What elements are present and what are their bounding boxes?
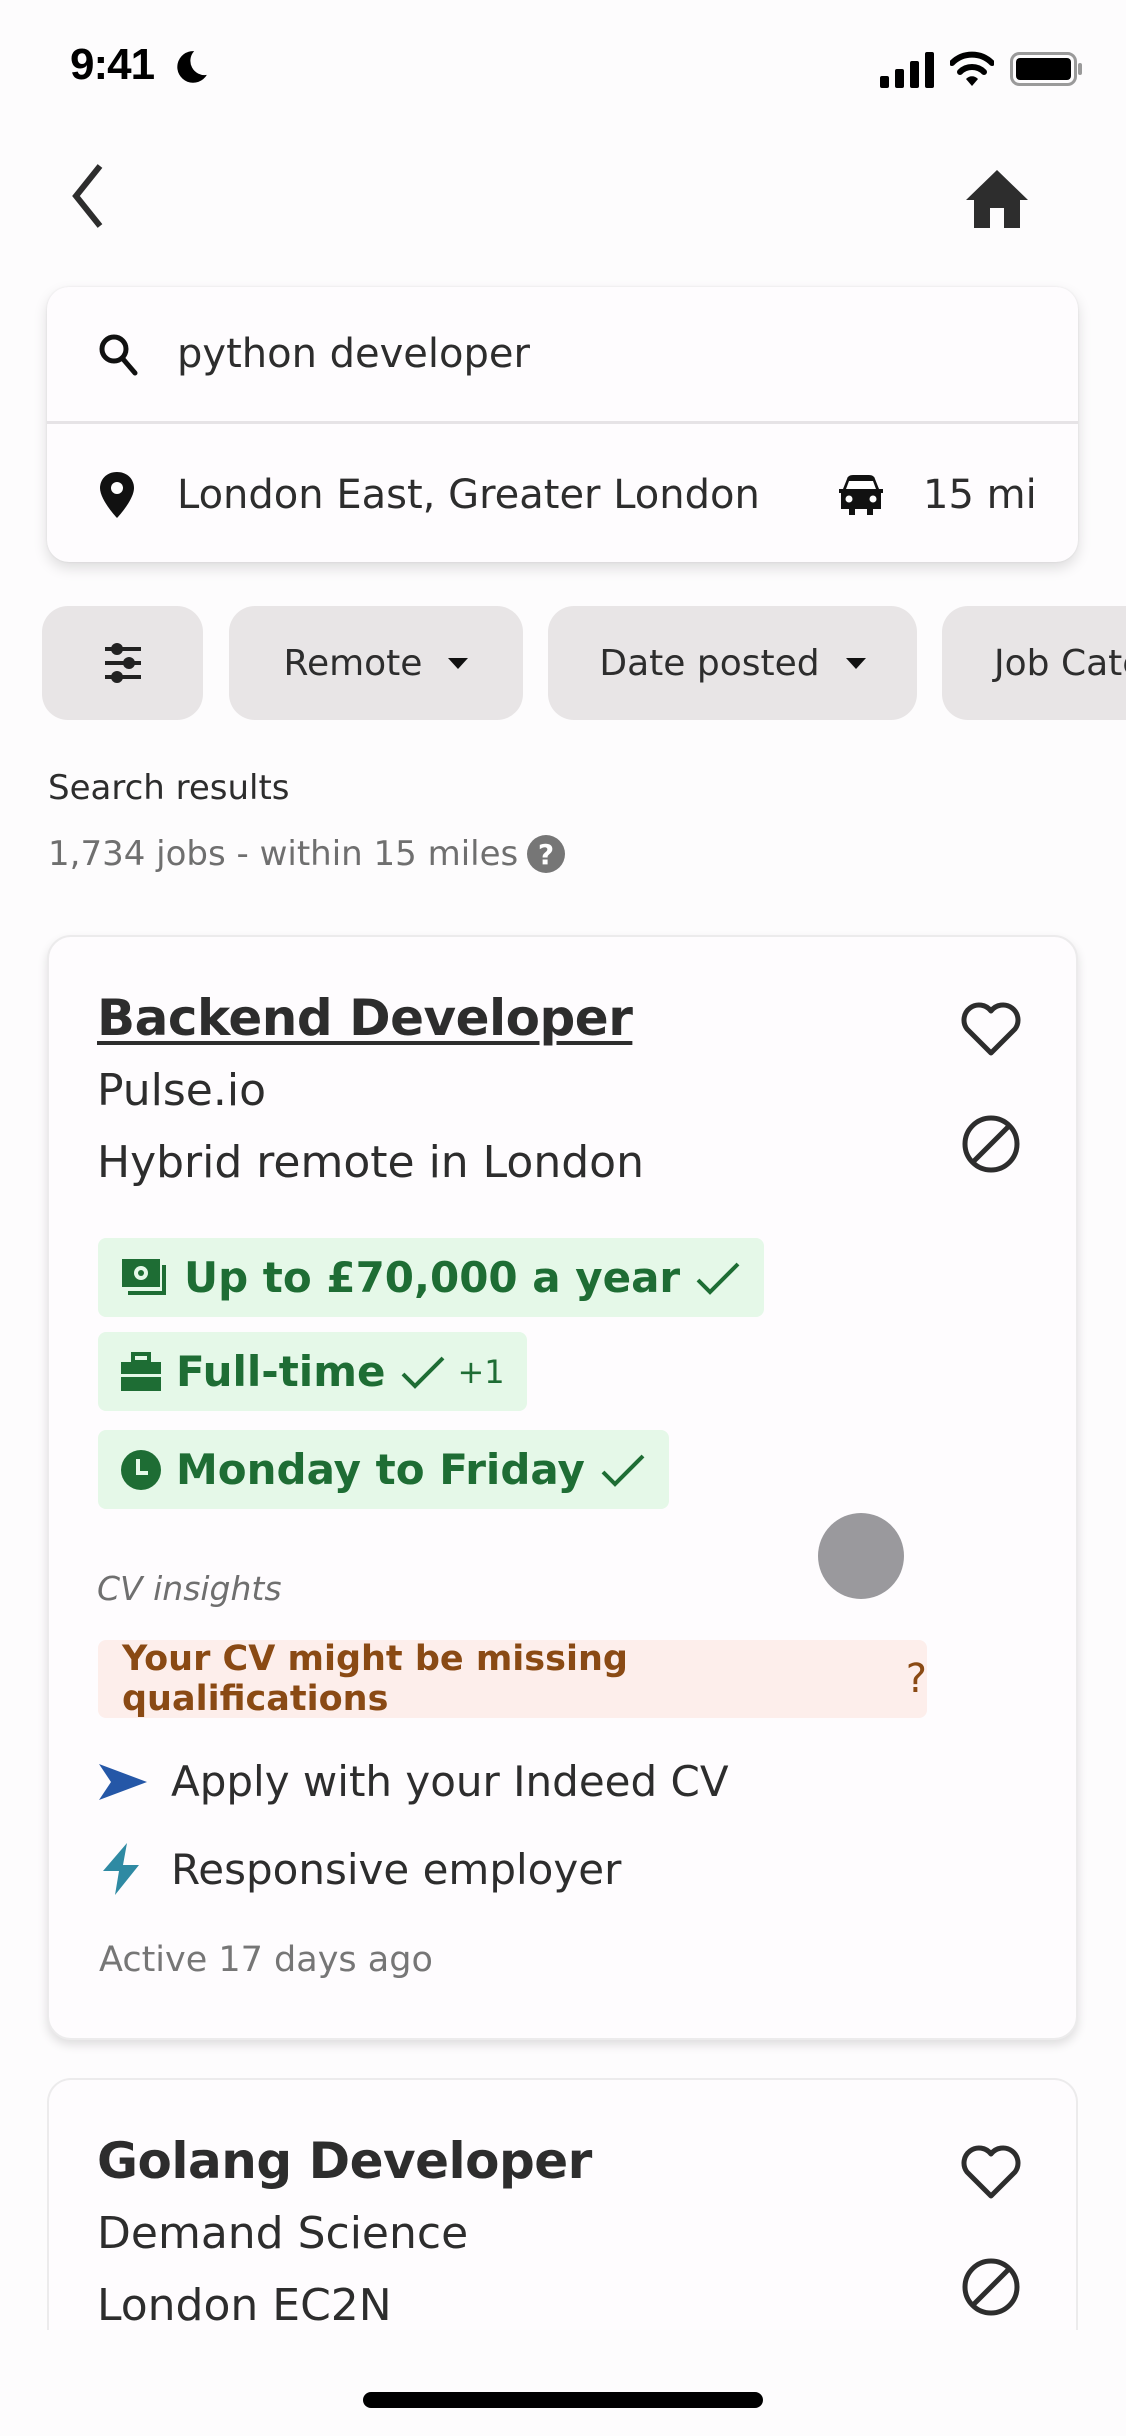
- battery-icon: [1010, 52, 1082, 86]
- search-card: python developer London East, Greater Lo…: [47, 287, 1078, 562]
- money-icon: [122, 1258, 166, 1295]
- job-title[interactable]: Backend Developer: [97, 989, 633, 1047]
- touch-indicator: [818, 1513, 904, 1599]
- sliders-icon: [104, 643, 141, 683]
- moon-icon: [177, 51, 207, 83]
- company-name: Pulse.io: [97, 1065, 266, 1116]
- back-button[interactable]: [62, 160, 122, 232]
- job-category-filter-label: Job Category: [994, 642, 1126, 684]
- send-arrow-icon: [99, 1763, 147, 1800]
- question-icon[interactable]: ?: [906, 1656, 927, 1702]
- remote-filter-label: Remote: [283, 642, 423, 684]
- not-interested-icon[interactable]: [959, 2255, 1023, 2319]
- schedule-text: Monday to Friday: [176, 1445, 585, 1494]
- job-location: Hybrid remote in London: [97, 1137, 644, 1188]
- apply-with-cv-feature: Apply with your Indeed CV: [97, 1757, 729, 1806]
- results-count: 1,734 jobs - within 15 miles: [48, 834, 519, 874]
- save-job-heart-icon[interactable]: [959, 2142, 1023, 2202]
- save-job-heart-icon[interactable]: [959, 999, 1023, 1059]
- company-name: Demand Science: [97, 2208, 469, 2259]
- where-search-field[interactable]: London East, Greater London 15 mi: [47, 426, 1078, 563]
- results-title: Search results: [48, 768, 290, 808]
- date-posted-filter-label: Date posted: [599, 642, 820, 684]
- job-type-text: Full-time: [176, 1347, 386, 1396]
- salary-text: Up to £70,000 a year: [184, 1253, 681, 1302]
- location-pin-icon: [100, 471, 134, 518]
- distance-value[interactable]: 15 mi: [923, 472, 1037, 518]
- signal-icon: [880, 52, 934, 88]
- where-search-value[interactable]: London East, Greater London: [177, 472, 760, 518]
- salary-tag: Up to £70,000 a year: [98, 1238, 765, 1317]
- lightning-icon: [103, 1843, 139, 1895]
- job-type-tag: Full-time +1: [98, 1332, 527, 1411]
- not-interested-icon[interactable]: [959, 1112, 1023, 1176]
- job-category-filter-chip[interactable]: Job Category: [942, 606, 1126, 720]
- caret-down-icon: [448, 657, 469, 669]
- clock-icon: [121, 1449, 161, 1490]
- date-posted-filter-chip[interactable]: Date posted: [548, 606, 917, 720]
- check-icon: [696, 1262, 740, 1295]
- wifi-icon: [950, 51, 994, 86]
- job-title[interactable]: Golang Developer: [97, 2132, 592, 2190]
- what-search-field[interactable]: python developer: [47, 287, 1078, 424]
- briefcase-icon: [121, 1351, 161, 1391]
- home-indicator[interactable]: [363, 2392, 763, 2408]
- help-icon[interactable]: ?: [527, 835, 565, 873]
- bottom-safe-area: [0, 2330, 1126, 2436]
- activity-status: Active 17 days ago: [99, 1940, 433, 1980]
- schedule-tag: Monday to Friday: [98, 1430, 669, 1509]
- responsive-employer-feature: Responsive employer: [97, 1841, 621, 1897]
- cv-warning-banner[interactable]: Your CV might be missing qualifications …: [98, 1639, 927, 1719]
- filters-button[interactable]: [42, 606, 203, 720]
- more-types-count: +1: [457, 1352, 505, 1391]
- home-button[interactable]: [962, 168, 1032, 230]
- remote-filter-chip[interactable]: Remote: [229, 606, 523, 720]
- search-icon: [99, 334, 138, 376]
- apply-with-cv-text: Apply with your Indeed CV: [171, 1757, 729, 1806]
- cv-warning-text: Your CV might be missing qualifications: [122, 1639, 628, 1719]
- status-time: 9:41: [70, 40, 155, 89]
- responsive-employer-text: Responsive employer: [171, 1844, 622, 1894]
- check-icon: [402, 1356, 445, 1389]
- car-icon[interactable]: [837, 473, 885, 517]
- job-location: London EC2N: [97, 2280, 392, 2331]
- caret-down-icon: [845, 657, 866, 669]
- what-search-value[interactable]: python developer: [177, 331, 530, 377]
- check-icon: [601, 1454, 645, 1487]
- cv-insights-label: CV insights: [97, 1569, 282, 1608]
- job-card[interactable]: Backend Developer Pulse.io Hybrid remote…: [47, 935, 1078, 2040]
